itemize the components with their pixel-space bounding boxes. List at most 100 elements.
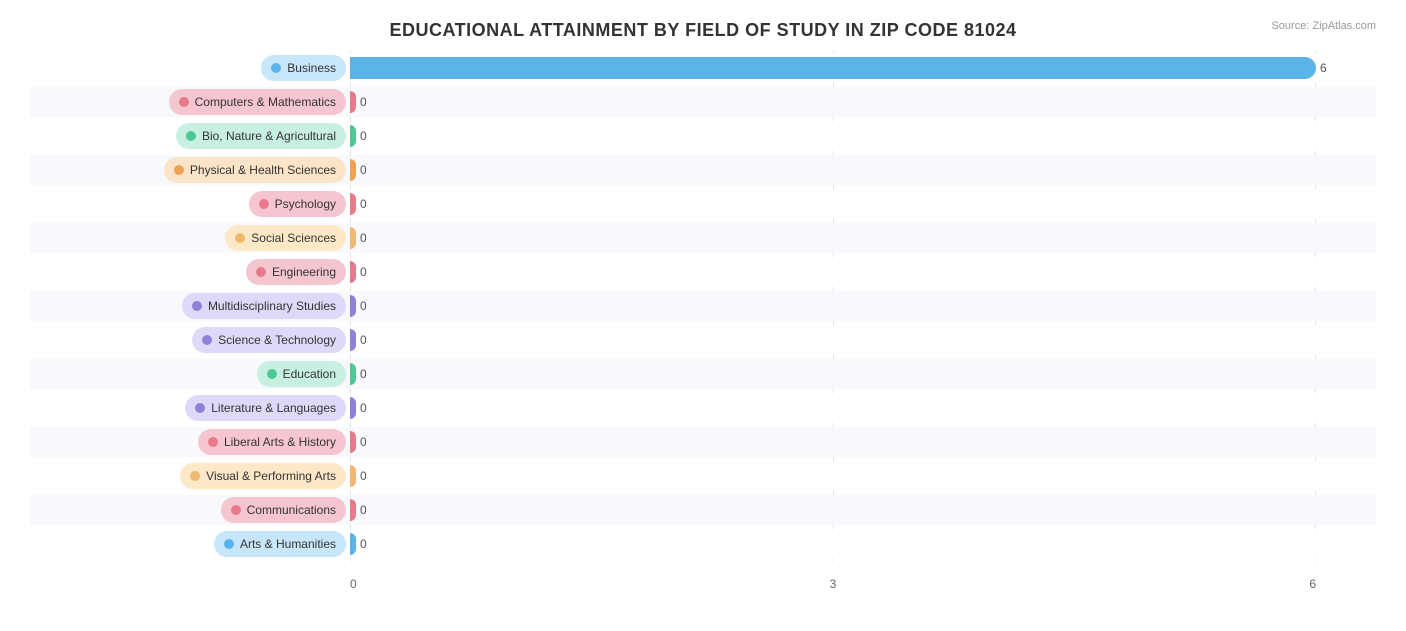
bar-dot-multi [192, 301, 202, 311]
bar-fill-area-multi: 0 [350, 293, 1376, 319]
bar-label-business: Business [287, 61, 336, 75]
bar-fill-area-liberal: 0 [350, 429, 1376, 455]
bar-label-arts: Arts & Humanities [240, 537, 336, 551]
bar-label-area-visual: Visual & Performing Arts [30, 463, 350, 489]
bar-pill-physical: Physical & Health Sciences [164, 157, 346, 183]
bar-fill-business [350, 57, 1316, 79]
bar-label-area-business: Business [30, 55, 350, 81]
bar-pill-education: Education [257, 361, 346, 387]
x-label-3: 3 [830, 577, 837, 591]
bar-value-literature: 0 [360, 401, 367, 415]
bar-value-liberal: 0 [360, 435, 367, 449]
bar-fill-area-visual: 0 [350, 463, 1376, 489]
bar-row-communications: Communications0 [30, 495, 1376, 525]
bar-dot-business [271, 63, 281, 73]
bar-pill-psychology: Psychology [249, 191, 346, 217]
bar-pill-engineering: Engineering [246, 259, 346, 285]
bar-row-liberal: Liberal Arts & History 0 [30, 427, 1376, 457]
bar-label-social: Social Sciences [251, 231, 336, 245]
bar-label-area-bio: Bio, Nature & Agricultural [30, 123, 350, 149]
bar-label-science: Science & Technology [218, 333, 336, 347]
bar-label-multi: Multidisciplinary Studies [208, 299, 336, 313]
bar-fill-communications [350, 499, 356, 521]
bar-fill-area-engineering: 0 [350, 259, 1376, 285]
bar-dot-social [235, 233, 245, 243]
x-axis: 0 3 6 [350, 577, 1316, 591]
bar-fill-area-psychology: 0 [350, 191, 1376, 217]
bar-value-multi: 0 [360, 299, 367, 313]
bar-label-area-multi: Multidisciplinary Studies [30, 293, 350, 319]
bar-label-area-liberal: Liberal Arts & History [30, 429, 350, 455]
bar-fill-multi [350, 295, 356, 317]
bar-pill-science: Science & Technology [192, 327, 346, 353]
bar-label-education: Education [283, 367, 336, 381]
bar-value-social: 0 [360, 231, 367, 245]
bar-pill-business: Business [261, 55, 346, 81]
bar-fill-area-science: 0 [350, 327, 1376, 353]
bar-row-visual: Visual & Performing Arts 0 [30, 461, 1376, 491]
bar-dot-psychology [259, 199, 269, 209]
bar-fill-literature [350, 397, 356, 419]
bar-value-engineering: 0 [360, 265, 367, 279]
bar-value-visual: 0 [360, 469, 367, 483]
bar-fill-area-social: 0 [350, 225, 1376, 251]
x-label-0: 0 [350, 577, 357, 591]
bar-fill-area-arts: 0 [350, 531, 1376, 557]
bar-label-visual: Visual & Performing Arts [206, 469, 336, 483]
bar-value-arts: 0 [360, 537, 367, 551]
bar-fill-area-physical: 0 [350, 157, 1376, 183]
bar-value-science: 0 [360, 333, 367, 347]
bar-pill-arts: Arts & Humanities [214, 531, 346, 557]
bar-fill-computers [350, 91, 356, 113]
bar-pill-multi: Multidisciplinary Studies [182, 293, 346, 319]
bar-dot-science [202, 335, 212, 345]
bar-dot-liberal [208, 437, 218, 447]
bar-label-liberal: Liberal Arts & History [224, 435, 336, 449]
bar-pill-social: Social Sciences [225, 225, 346, 251]
bar-pill-liberal: Liberal Arts & History [198, 429, 346, 455]
bar-fill-visual [350, 465, 356, 487]
bar-row-physical: Physical & Health Sciences 0 [30, 155, 1376, 185]
bar-pill-computers: Computers & Mathematics [169, 89, 346, 115]
bar-row-arts: Arts & Humanities 0 [30, 529, 1376, 559]
bar-value-physical: 0 [360, 163, 367, 177]
bar-label-area-literature: Literature & Languages [30, 395, 350, 421]
bar-fill-area-education: 0 [350, 361, 1376, 387]
bar-pill-visual: Visual & Performing Arts [180, 463, 346, 489]
bar-fill-social [350, 227, 356, 249]
bar-dot-computers [179, 97, 189, 107]
bar-label-area-computers: Computers & Mathematics [30, 89, 350, 115]
bar-label-area-engineering: Engineering [30, 259, 350, 285]
bar-value-bio: 0 [360, 129, 367, 143]
bar-row-science: Science & Technology 0 [30, 325, 1376, 355]
bar-label-computers: Computers & Mathematics [195, 95, 336, 109]
bar-value-education: 0 [360, 367, 367, 381]
bar-fill-psychology [350, 193, 356, 215]
bar-row-business: Business6 [30, 53, 1376, 83]
bar-dot-bio [186, 131, 196, 141]
bar-label-area-psychology: Psychology [30, 191, 350, 217]
bar-label-area-arts: Arts & Humanities [30, 531, 350, 557]
chart-area: Business6Computers & Mathematics0Bio, Na… [30, 51, 1376, 591]
bar-label-area-physical: Physical & Health Sciences [30, 157, 350, 183]
bar-row-computers: Computers & Mathematics 0 [30, 87, 1376, 117]
bar-dot-engineering [256, 267, 266, 277]
bar-row-social: Social Sciences 0 [30, 223, 1376, 253]
bars-area: Business6Computers & Mathematics0Bio, Na… [30, 51, 1376, 561]
bar-dot-physical [174, 165, 184, 175]
bar-dot-arts [224, 539, 234, 549]
bar-value-computers: 0 [360, 95, 367, 109]
bar-fill-area-communications: 0 [350, 497, 1376, 523]
bar-label-literature: Literature & Languages [211, 401, 336, 415]
bar-fill-bio [350, 125, 356, 147]
chart-container: EDUCATIONAL ATTAINMENT BY FIELD OF STUDY… [0, 0, 1406, 631]
bar-row-education: Education 0 [30, 359, 1376, 389]
bar-label-area-communications: Communications [30, 497, 350, 523]
bar-row-bio: Bio, Nature & Agricultural 0 [30, 121, 1376, 151]
bar-label-engineering: Engineering [272, 265, 336, 279]
bar-row-engineering: Engineering 0 [30, 257, 1376, 287]
bar-fill-area-computers: 0 [350, 89, 1376, 115]
chart-title: EDUCATIONAL ATTAINMENT BY FIELD OF STUDY… [30, 20, 1376, 41]
bar-pill-communications: Communications [221, 497, 346, 523]
x-label-6: 6 [1309, 577, 1316, 591]
